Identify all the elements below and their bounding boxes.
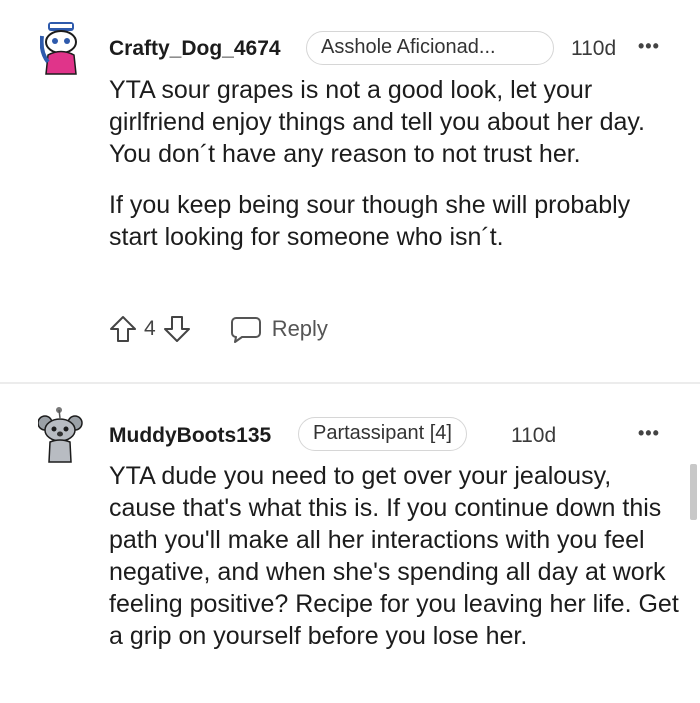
- comment: MuddyBoots135 Partassipant [4] 110d ••• …: [0, 384, 700, 703]
- more-options-icon[interactable]: •••: [638, 36, 660, 57]
- comment-body: YTA sour grapes is not a good look, let …: [109, 74, 679, 253]
- username[interactable]: Crafty_Dog_4674: [109, 37, 281, 61]
- scrollbar[interactable]: [690, 464, 697, 520]
- snoo-avatar-icon: [39, 22, 77, 75]
- user-avatar[interactable]: [39, 22, 84, 75]
- comment-actions: 4 Reply: [108, 312, 328, 346]
- reply-button[interactable]: Reply: [230, 314, 328, 344]
- upvote-icon[interactable]: [108, 314, 138, 344]
- comment-paragraph: YTA dude you need to get over your jealo…: [109, 462, 679, 650]
- more-options-icon[interactable]: •••: [638, 423, 660, 444]
- comment-body: YTA dude you need to get over your jealo…: [109, 460, 679, 652]
- user-flair: Partassipant [4]: [298, 417, 467, 451]
- user-avatar[interactable]: [37, 406, 83, 463]
- speech-bubble-icon: [230, 317, 261, 343]
- comment-paragraph: YTA sour grapes is not a good look, let …: [109, 76, 645, 168]
- reply-label: Reply: [271, 316, 328, 341]
- user-flair: Asshole Aficionad...: [306, 31, 554, 65]
- timestamp: 110d: [511, 424, 557, 447]
- downvote-icon[interactable]: [162, 314, 192, 344]
- comment-paragraph: If you keep being sour though she will p…: [109, 191, 631, 251]
- timestamp: 110d: [571, 37, 617, 60]
- comment: Crafty_Dog_4674 Asshole Aficionad... 110…: [0, 0, 700, 382]
- username[interactable]: MuddyBoots135: [109, 424, 271, 448]
- snoo-avatar-icon: [37, 407, 83, 463]
- vote-score: 4: [144, 317, 156, 340]
